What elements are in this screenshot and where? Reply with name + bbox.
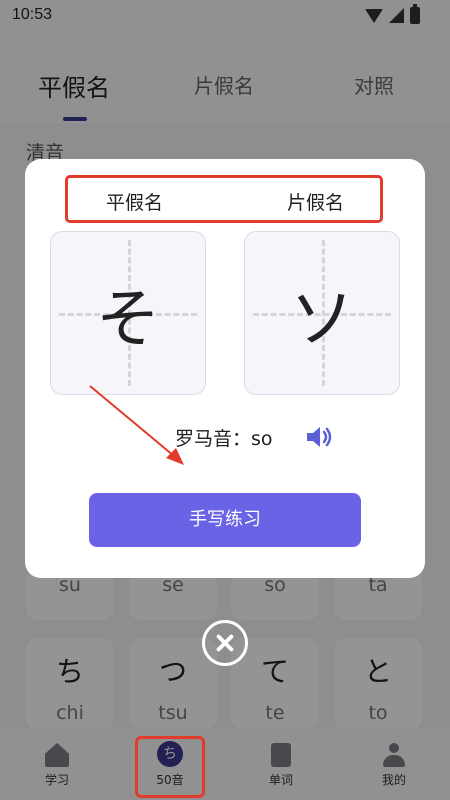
close-modal-button[interactable]	[202, 620, 248, 666]
annotation-arrow	[89, 385, 184, 465]
